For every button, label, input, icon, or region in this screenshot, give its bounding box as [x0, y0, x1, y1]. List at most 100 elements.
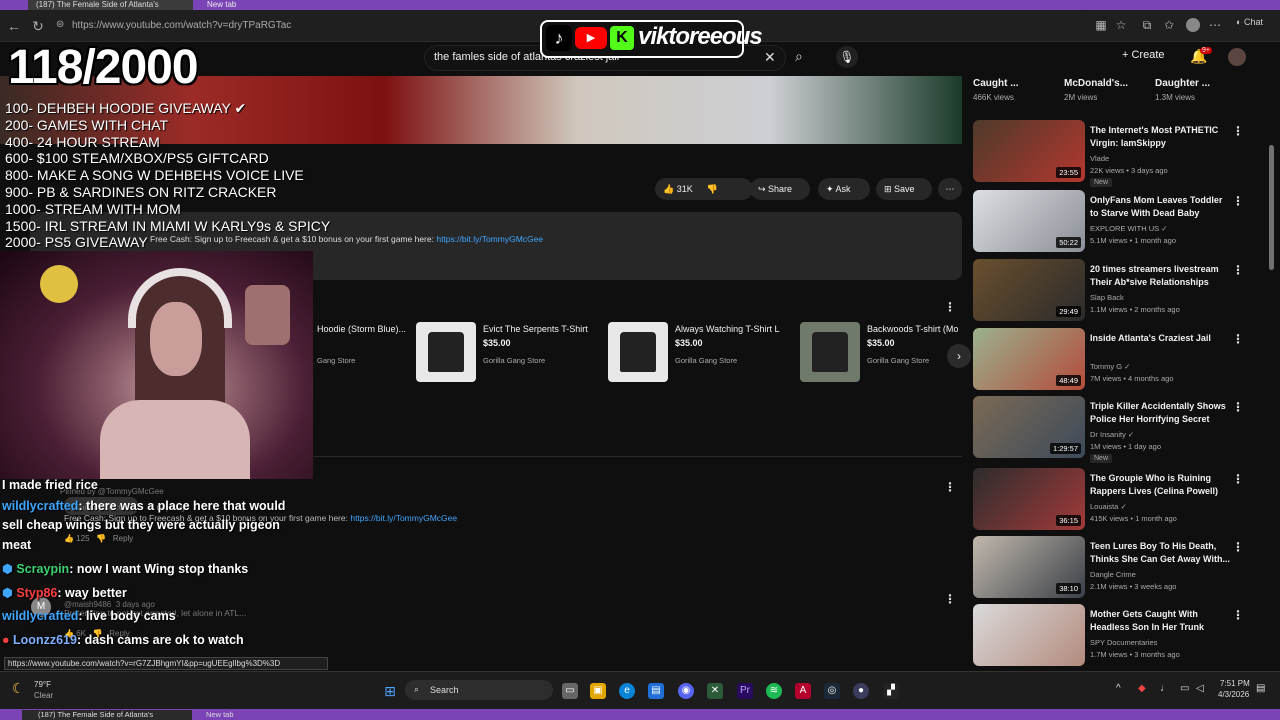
rec-title[interactable]: Triple Killer Accidentally Shows Police …	[1090, 400, 1230, 426]
merch-item[interactable]: Evict The Serpents T-Shirt L $35.00 Gori…	[416, 320, 591, 390]
app-icon[interactable]: ▞	[883, 683, 899, 699]
rec-video-item[interactable]: 29:49 20 times streamers livestream Their…	[970, 259, 1250, 325]
tray-app-icon[interactable]: ◆	[1138, 683, 1146, 694]
comment-reply-button[interactable]: Reply	[113, 534, 133, 543]
browser-tab-new[interactable]: New tab	[195, 0, 335, 10]
back-arrow-icon[interactable]: ←	[6, 18, 22, 34]
extensions-icon[interactable]: ⧉	[1140, 18, 1154, 32]
rec-menu-icon[interactable]: ⋮	[1232, 472, 1244, 486]
merch-item[interactable]: Always Watching T-Shirt L $35.00 Gorilla…	[608, 320, 783, 390]
rec-thumbnail[interactable]: 29:49	[973, 259, 1085, 321]
comment-link[interactable]: https://bit.ly/TommyGMcGee	[350, 513, 457, 523]
like-button[interactable]: 👍 31K 👎	[655, 178, 753, 200]
rec-menu-icon[interactable]: ⋮	[1232, 124, 1244, 138]
bottom-tab-youtube[interactable]: (187) The Female Side of Atlanta's	[22, 710, 192, 720]
rec-channel[interactable]: EXPLORE WITH US ✓	[1090, 224, 1168, 233]
task-view-icon[interactable]: ▭	[562, 683, 578, 699]
refresh-icon[interactable]: ↻	[30, 18, 46, 34]
clear-search-icon[interactable]: ✕	[764, 49, 776, 66]
spotify-icon[interactable]: ≋	[766, 683, 782, 699]
file-explorer-icon[interactable]: ▣	[590, 683, 606, 699]
acrobat-icon[interactable]: A	[795, 683, 811, 699]
rec-menu-icon[interactable]: ⋮	[1232, 263, 1244, 277]
weather-moon-icon[interactable]: ☾	[12, 680, 25, 697]
rec-video-item[interactable]: Mother Gets Caught With Headless Son In …	[970, 604, 1250, 670]
rec-menu-icon[interactable]: ⋮	[1232, 400, 1244, 414]
rec-card-top[interactable]: Caught ... 466K views	[973, 76, 1058, 102]
rec-title[interactable]: 20 times streamers livestream Their Ab*s…	[1090, 263, 1230, 289]
rec-video-item[interactable]: 1:29:57 Triple Killer Accidentally Shows …	[970, 396, 1250, 463]
apps-icon[interactable]: ▦	[1094, 18, 1108, 32]
favorite-star-icon[interactable]: ☆	[1114, 18, 1128, 32]
clock-time[interactable]: 7:51 PM	[1220, 679, 1250, 688]
more-menu-icon[interactable]: ⋯	[1208, 18, 1222, 32]
rec-channel[interactable]: Tommy G ✓	[1090, 362, 1130, 371]
rec-title[interactable]: OnlyFans Mom Leaves Toddler to Starve Wi…	[1090, 194, 1230, 220]
address-url[interactable]: https://www.youtube.com/watch?v=dryTPaRG…	[72, 20, 291, 31]
save-button[interactable]: ⊞ Save	[876, 178, 932, 200]
premiere-icon[interactable]: Pr	[737, 683, 753, 699]
windows-start-icon[interactable]: ⊞	[382, 683, 398, 699]
rec-menu-icon[interactable]: ⋮	[1232, 332, 1244, 346]
network-icon[interactable]: ▭	[1180, 683, 1189, 694]
clock-date[interactable]: 4/3/2026	[1218, 690, 1249, 699]
rec-video-item[interactable]: 38:10 Teen Lures Boy To His Death, Thinks…	[970, 536, 1250, 602]
rec-video-item[interactable]: 50:22 OnlyFans Mom Leaves Toddler to Star…	[970, 190, 1250, 256]
rec-thumbnail[interactable]: 50:22	[973, 190, 1085, 252]
rec-title[interactable]: Teen Lures Boy To His Death, Thinks She …	[1090, 540, 1230, 566]
rec-channel[interactable]: Vlade	[1090, 154, 1109, 163]
rec-channel[interactable]: Dangle Crime	[1090, 570, 1136, 579]
rec-thumbnail[interactable]: 23:55	[973, 120, 1085, 182]
volume-icon[interactable]: ◁	[1196, 683, 1204, 694]
rec-video-item[interactable]: 36:15 The Groupie Who is Ruining Rappers …	[970, 468, 1250, 534]
rec-channel[interactable]: SPY Documentaries	[1090, 638, 1157, 647]
rec-channel[interactable]: Louaista ✓	[1090, 502, 1127, 511]
rec-thumbnail[interactable]: 36:15	[973, 468, 1085, 530]
discord-icon[interactable]: ◉	[678, 683, 694, 699]
more-actions-icon[interactable]: ⋯	[938, 178, 962, 200]
steam-icon[interactable]: ◎	[824, 683, 840, 699]
rec-menu-icon[interactable]: ⋮	[1232, 608, 1244, 622]
merch-next-arrow-icon[interactable]: ›	[947, 344, 971, 368]
taskbar-search[interactable]	[405, 680, 553, 700]
merch-menu-icon[interactable]: ⋮	[944, 298, 956, 316]
rec-thumbnail[interactable]	[973, 604, 1085, 666]
bottom-tab-new[interactable]: New tab	[206, 710, 234, 719]
account-avatar[interactable]	[1228, 48, 1246, 66]
rec-card-top[interactable]: McDonald's... 2M views	[1064, 76, 1149, 102]
microphone-icon[interactable]: 🎙	[836, 46, 858, 68]
rec-title[interactable]: Mother Gets Caught With Headless Son In …	[1090, 608, 1230, 634]
copilot-chat-button[interactable]: ◐ Chat	[1236, 17, 1263, 27]
rec-title[interactable]: The Internet's Most PATHETIC Virgin: Iam…	[1090, 124, 1230, 150]
comment-menu-icon[interactable]: ⋮	[944, 478, 956, 496]
merch-item[interactable]: Backwoods T-shirt (Mo $35.00 Gorilla Gan…	[800, 320, 962, 390]
rec-title[interactable]: The Groupie Who is Ruining Rappers Lives…	[1090, 472, 1230, 498]
rec-card-top[interactable]: Daughter ... 1.3M views	[1155, 76, 1240, 102]
share-button[interactable]: ↪ Share	[750, 178, 810, 200]
rec-thumbnail[interactable]: 38:10	[973, 536, 1085, 598]
rec-video-item[interactable]: 23:55 The Internet's Most PATHETIC Virgin…	[970, 120, 1250, 187]
create-button[interactable]: + Create	[1122, 49, 1165, 61]
rec-channel[interactable]: Dr Insanity ✓	[1090, 430, 1134, 439]
browser-tab-youtube[interactable]: (187) The Female Side of Atlanta's	[28, 0, 193, 10]
rec-thumbnail[interactable]: 48:49	[973, 328, 1085, 390]
microphone-tray-icon[interactable]: ♩	[1160, 683, 1170, 694]
tray-overflow-icon[interactable]: ^	[1116, 683, 1121, 694]
profile-avatar[interactable]	[1186, 18, 1200, 32]
xbox-icon[interactable]: ✕	[707, 683, 723, 699]
notification-center-icon[interactable]: ▤	[1256, 683, 1265, 694]
dislike-icon[interactable]: 👎	[707, 184, 718, 194]
store-icon[interactable]: ▤	[648, 683, 664, 699]
site-info-icon[interactable]: ⊜	[56, 19, 64, 30]
ask-button[interactable]: ✦ Ask	[818, 178, 870, 200]
rec-video-item[interactable]: 48:49 Inside Atlanta's Craziest Jail Tommy…	[970, 328, 1250, 394]
rec-menu-icon[interactable]: ⋮	[1232, 194, 1244, 208]
rec-channel[interactable]: Slap Back	[1090, 293, 1124, 302]
rec-title[interactable]: Inside Atlanta's Craziest Jail	[1090, 332, 1230, 345]
favorites-icon[interactable]: ✩	[1162, 18, 1176, 32]
description-link[interactable]: https://bit.ly/TommyGMcGee	[436, 234, 543, 244]
search-icon[interactable]: ⌕	[795, 48, 803, 65]
rec-menu-icon[interactable]: ⋮	[1232, 540, 1244, 554]
weather-temp[interactable]: 79°F	[34, 680, 51, 689]
comment-2-menu-icon[interactable]: ⋮	[944, 590, 956, 608]
